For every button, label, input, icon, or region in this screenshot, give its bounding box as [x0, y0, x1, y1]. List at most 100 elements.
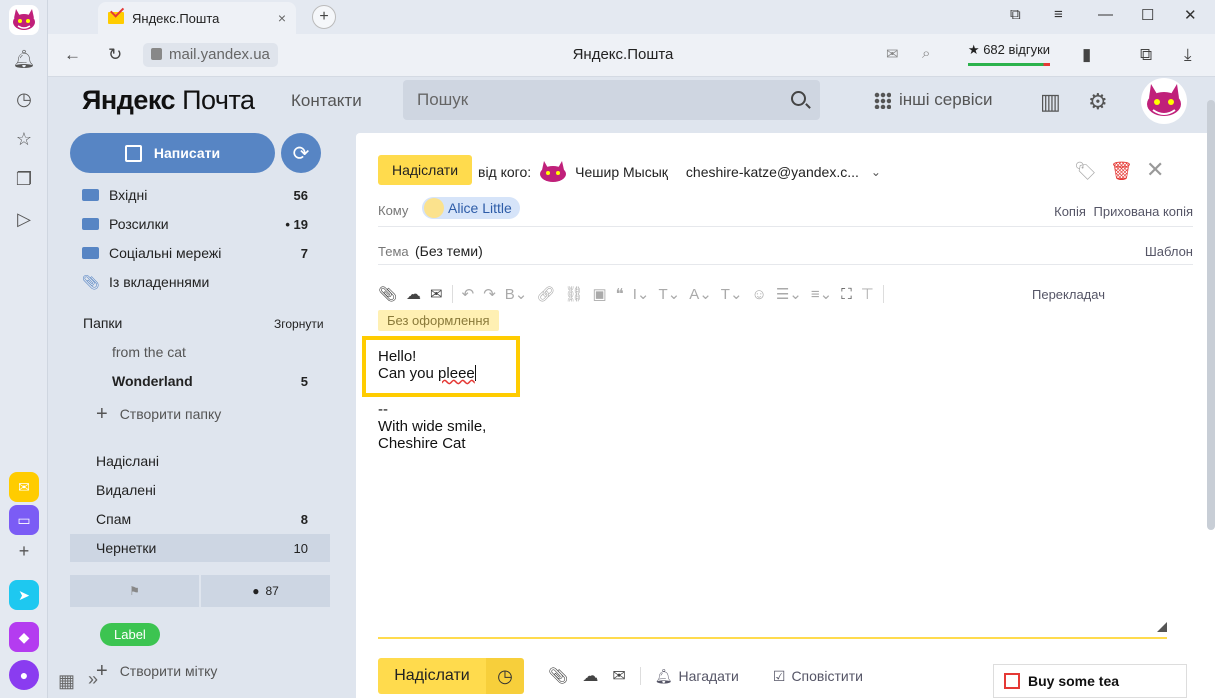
folder-spam[interactable]: Спам 8	[70, 506, 330, 532]
create-folder-button[interactable]: + Створити папку	[70, 401, 330, 427]
flag-filter-button[interactable]: ⚑	[70, 575, 199, 607]
link-icon[interactable]: 🔗︎	[536, 285, 555, 303]
avatar[interactable]	[1141, 78, 1187, 124]
create-label-button[interactable]: + Створити мітку	[70, 658, 330, 684]
folder-attachments[interactable]: 📎︎ Із вкладеннями	[70, 269, 330, 295]
trash-icon[interactable]: 🗑︎	[1110, 161, 1133, 182]
undo-icon[interactable]: ↶	[462, 285, 475, 303]
folder-newsletters[interactable]: Розсилки • 19	[70, 211, 330, 237]
tag-icon[interactable]: 🏷︎	[1074, 161, 1097, 182]
emoji-icon[interactable]: ☺	[752, 286, 767, 303]
bell-icon[interactable]: 🔔︎	[11, 46, 37, 72]
alice-app-icon[interactable]: ●	[9, 660, 39, 690]
fullscreen-icon[interactable]: ⛶	[841, 286, 852, 303]
redo-icon[interactable]: ↷	[483, 285, 496, 303]
folder-drafts[interactable]: Чернетки 10	[70, 534, 330, 562]
folder-inbox[interactable]: Вхідні 56	[70, 182, 330, 208]
todo-widget[interactable]: Buy some tea	[993, 664, 1187, 698]
expand-icon[interactable]: »	[88, 669, 98, 690]
scrollbar[interactable]	[1207, 100, 1215, 530]
close-icon[interactable]: ✕	[1146, 157, 1164, 183]
folder-sent[interactable]: Надіслані	[70, 448, 330, 474]
add-app-icon[interactable]: +	[11, 538, 37, 564]
align-icon[interactable]: ≡⌄	[811, 285, 832, 303]
quote-icon[interactable]: ❝	[616, 285, 624, 303]
profile-avatar-icon[interactable]	[9, 5, 39, 35]
attach-icon[interactable]: 📎︎	[378, 285, 397, 303]
bcc-link[interactable]: Прихована копія	[1094, 204, 1193, 219]
url-field[interactable]: mail.yandex.ua	[143, 43, 278, 67]
unread-filter-button[interactable]: ● 87	[201, 575, 330, 607]
layout-icon[interactable]: ▥	[1040, 89, 1061, 115]
history-icon[interactable]: ◷	[11, 86, 37, 112]
recipient-chip[interactable]: Alice Little	[422, 197, 520, 219]
folder-trash[interactable]: Видалені	[70, 477, 330, 503]
zen-app-icon[interactable]: ➤	[9, 580, 39, 610]
signature[interactable]: -- With wide smile, Cheshire Cat	[378, 401, 486, 452]
folder-social[interactable]: Соціальні мережі 7	[70, 240, 330, 266]
close-window-icon[interactable]: ✕	[1184, 6, 1197, 24]
back-icon[interactable]: ←	[64, 45, 81, 65]
refresh-button[interactable]: ⟳	[281, 133, 321, 173]
collapse-link[interactable]: Згорнути	[274, 317, 324, 331]
schedule-send-button[interactable]: ◷	[486, 658, 524, 694]
download-icon[interactable]: ⤓	[1184, 45, 1192, 65]
search-icon[interactable]	[791, 91, 806, 106]
cc-link[interactable]: Копія	[1054, 204, 1086, 219]
remind-button[interactable]: 🔔︎ Нагадати	[655, 668, 739, 685]
mail-icon[interactable]: ✉	[886, 45, 899, 63]
label-tag[interactable]: Label	[100, 623, 160, 646]
maximize-icon[interactable]: ☐	[1141, 6, 1154, 24]
send-button-top[interactable]: Надіслати	[378, 155, 472, 185]
folder-wonderland[interactable]: Wonderland 5	[98, 368, 330, 394]
cloud-attach-icon[interactable]: ☁	[406, 285, 421, 303]
chevron-down-icon[interactable]: ⌄	[871, 165, 881, 179]
resize-handle[interactable]	[1157, 622, 1167, 632]
tab-yandex-mail[interactable]: Яндекс.Пошта ×	[98, 2, 296, 34]
reload-icon[interactable]: ↻	[108, 45, 122, 65]
compose-button[interactable]: Написати	[70, 133, 275, 173]
template-link[interactable]: Шаблон	[1145, 244, 1193, 259]
text-format-icon[interactable]: I⌄	[633, 285, 650, 303]
search-input[interactable]: Пошук	[403, 80, 820, 120]
contacts-link[interactable]: Контакти	[291, 91, 362, 111]
attach-icon[interactable]: 📎︎	[548, 666, 568, 686]
notify-button[interactable]: ☑ Сповістити	[773, 668, 863, 685]
message-body[interactable]: Hello! Can you pleee	[378, 348, 476, 382]
search-page-icon[interactable]: ⌕	[922, 45, 930, 62]
menu-icon[interactable]: ≡	[1054, 6, 1063, 23]
gear-icon[interactable]: ⚙	[1088, 89, 1108, 115]
send-button[interactable]: Надіслати	[378, 658, 486, 694]
market-app-icon[interactable]: ◆	[9, 622, 39, 652]
star-icon[interactable]: ☆	[11, 126, 37, 152]
folder-from-the-cat[interactable]: from the cat	[98, 339, 330, 365]
messenger-app-icon[interactable]: ▭	[9, 505, 39, 535]
clear-format-icon[interactable]: ⊤	[861, 285, 874, 303]
mail-attach-icon[interactable]: ✉	[430, 285, 443, 303]
cloud-attach-icon[interactable]: ☁	[582, 666, 598, 686]
translator-button[interactable]: Перекладач	[1032, 287, 1105, 302]
tabs-icon[interactable]: ⧉	[1010, 6, 1021, 23]
font-size-icon[interactable]: T⌄	[721, 285, 743, 303]
play-icon[interactable]: ▷	[11, 206, 37, 232]
reviews-badge[interactable]: ★ 682 відгуки	[966, 41, 1052, 67]
new-tab-button[interactable]: +	[312, 5, 336, 29]
image-icon[interactable]: ▣	[592, 285, 606, 303]
font-icon[interactable]: A⌄	[689, 285, 712, 303]
calendar-icon[interactable]: ▦	[58, 671, 75, 692]
list-icon[interactable]: ☰⌄	[776, 285, 802, 303]
collections-icon[interactable]: ❐	[11, 166, 37, 192]
bold-icon[interactable]: B⌄	[505, 285, 528, 303]
checkbox-icon[interactable]	[1004, 673, 1020, 689]
text-color-icon[interactable]: T⌄	[658, 285, 680, 303]
bookmark-icon[interactable]: ▮	[1082, 45, 1091, 65]
unlink-icon[interactable]: ⛓︎	[564, 285, 583, 303]
no-format-toggle[interactable]: Без оформлення	[378, 310, 499, 331]
mail-attach-icon[interactable]: ✉	[612, 666, 625, 686]
tab-close-icon[interactable]: ×	[278, 10, 286, 26]
other-services-button[interactable]: інші сервіси	[874, 90, 993, 110]
minimize-icon[interactable]: —	[1098, 6, 1113, 23]
extensions-icon[interactable]: ⧉	[1140, 45, 1152, 65]
from-row[interactable]: від кого: Чешир Мысық cheshire-katze@yan…	[478, 161, 881, 183]
yandex-mail-logo[interactable]: Яндекс Почта	[82, 85, 255, 116]
